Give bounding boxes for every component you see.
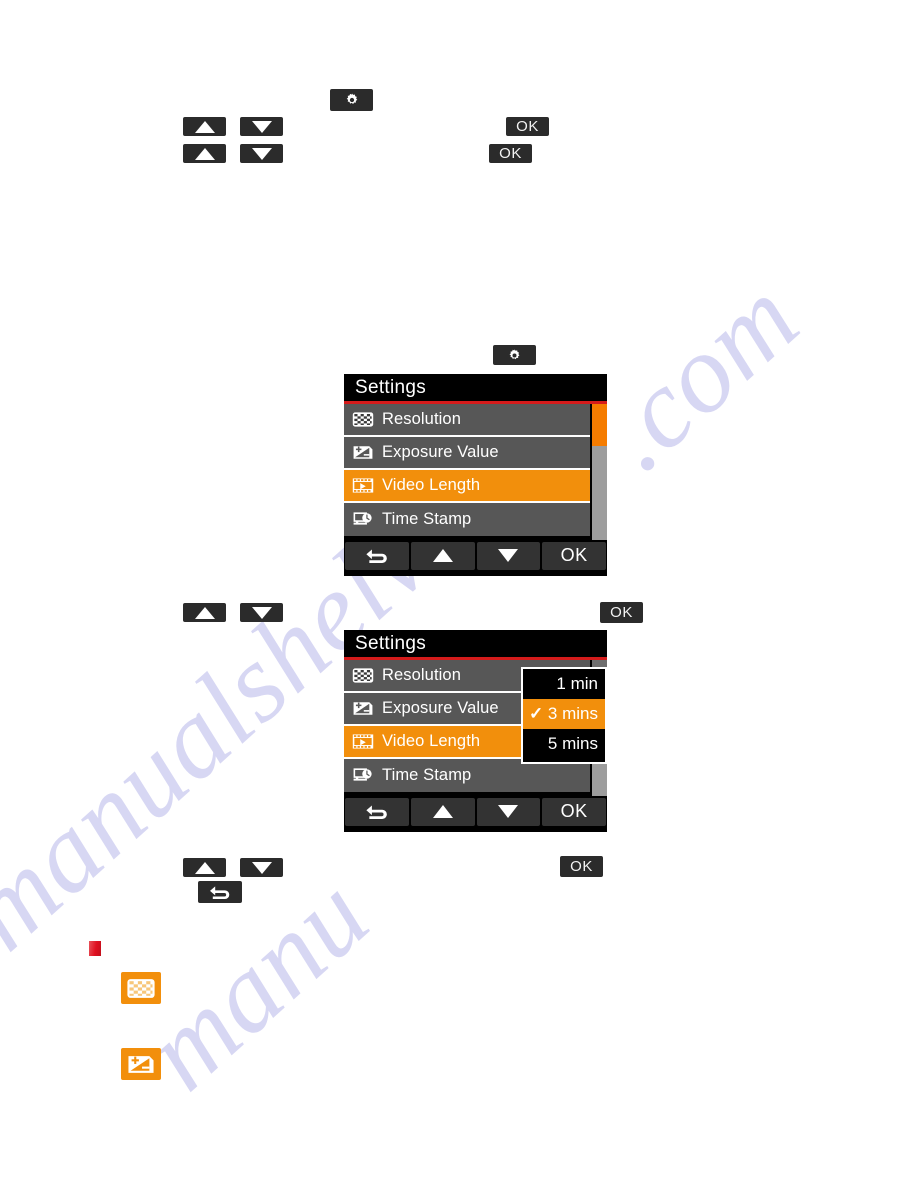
time-stamp-icon bbox=[353, 512, 372, 525]
up-button[interactable] bbox=[183, 144, 226, 163]
triangle-up-icon bbox=[432, 805, 453, 819]
settings-row-label: Video Length bbox=[382, 475, 481, 494]
settings-gear-button[interactable] bbox=[330, 89, 373, 111]
scrollbar-thumb[interactable] bbox=[592, 403, 607, 446]
screen-title: Settings bbox=[355, 633, 427, 654]
checkerboard-resolution-icon bbox=[127, 978, 155, 998]
gear-icon bbox=[346, 93, 357, 104]
up-button[interactable] bbox=[183, 858, 226, 877]
ok-button-label: OK bbox=[516, 118, 539, 135]
dropdown-option-label: 3 mins bbox=[547, 704, 598, 723]
settings-row-time-stamp[interactable]: Time Stamp bbox=[344, 502, 590, 536]
settings-list: Resolution Exposure Value Video Length T… bbox=[344, 403, 607, 540]
softkey-bar: OK bbox=[344, 795, 607, 828]
back-arrow-icon bbox=[366, 549, 387, 564]
ok-button-label: OK bbox=[610, 604, 633, 621]
film-strip-video-icon bbox=[352, 478, 374, 493]
triangle-up-icon bbox=[432, 549, 453, 563]
triangle-down-icon bbox=[251, 606, 272, 619]
triangle-up-icon bbox=[194, 606, 215, 619]
ok-button[interactable]: OK bbox=[506, 117, 549, 136]
ok-softkey-label: OK bbox=[560, 801, 588, 822]
up-button[interactable] bbox=[183, 117, 226, 136]
back-arrow-icon bbox=[366, 805, 387, 820]
back-softkey[interactable] bbox=[345, 541, 409, 570]
settings-row-label: Exposure Value bbox=[382, 698, 499, 717]
settings-row-video-length[interactable]: Video Length bbox=[344, 469, 590, 503]
checkerboard-resolution-icon bbox=[352, 412, 374, 427]
screen-title: Settings bbox=[355, 377, 427, 398]
exposure-value-legend-icon bbox=[121, 1048, 161, 1080]
dropdown-option-5mins[interactable]: 5 mins bbox=[523, 729, 605, 759]
settings-row-label: Time Stamp bbox=[382, 509, 472, 528]
settings-row-exposure-value[interactable]: Exposure Value bbox=[344, 436, 590, 470]
back-button[interactable] bbox=[198, 881, 242, 903]
dropdown-option-label: 1 min bbox=[556, 674, 598, 693]
settings-screen-one: Settings Resolution Exposure Value Video… bbox=[344, 374, 607, 576]
back-arrow-icon bbox=[210, 886, 230, 900]
triangle-up-icon bbox=[194, 861, 215, 874]
watermark-layer: .com manu manualshelve bbox=[0, 0, 918, 1188]
up-button[interactable] bbox=[183, 603, 226, 622]
settings-row-label: Time Stamp bbox=[382, 765, 472, 784]
down-button[interactable] bbox=[240, 117, 283, 136]
settings-row-label: Video Length bbox=[382, 731, 481, 750]
ok-button[interactable]: OK bbox=[600, 602, 643, 623]
dropdown-option-1min[interactable]: 1 min bbox=[523, 669, 605, 699]
dropdown-option-3mins[interactable]: ✓ 3 mins bbox=[523, 699, 605, 729]
ok-button[interactable]: OK bbox=[560, 856, 603, 877]
up-softkey[interactable] bbox=[410, 797, 475, 826]
time-stamp-icon bbox=[353, 768, 372, 781]
down-button[interactable] bbox=[240, 144, 283, 163]
triangle-down-icon bbox=[251, 147, 272, 160]
triangle-down-icon bbox=[251, 120, 272, 133]
exposure-value-icon bbox=[353, 446, 373, 459]
triangle-up-icon bbox=[194, 120, 215, 133]
checkerboard-resolution-icon bbox=[352, 668, 374, 683]
back-softkey[interactable] bbox=[345, 797, 409, 826]
settings-row-resolution[interactable]: Resolution bbox=[344, 403, 590, 437]
dropdown-option-label: 5 mins bbox=[547, 734, 598, 753]
ok-button-label: OK bbox=[570, 858, 593, 875]
ok-softkey-label: OK bbox=[560, 545, 588, 566]
ok-button[interactable]: OK bbox=[489, 144, 532, 163]
settings-row-label: Resolution bbox=[382, 665, 461, 684]
up-softkey[interactable] bbox=[410, 541, 475, 570]
exposure-value-icon bbox=[353, 702, 373, 715]
triangle-down-icon bbox=[251, 861, 272, 874]
gear-icon bbox=[509, 348, 520, 359]
checkmark-icon: ✓ bbox=[529, 704, 544, 723]
resolution-legend-icon bbox=[121, 972, 161, 1004]
triangle-down-icon bbox=[498, 549, 519, 563]
down-button[interactable] bbox=[240, 858, 283, 877]
ok-button-label: OK bbox=[499, 145, 522, 162]
settings-row-label: Exposure Value bbox=[382, 442, 499, 461]
ok-softkey[interactable]: OK bbox=[542, 797, 606, 826]
exposure-value-icon bbox=[128, 1055, 154, 1073]
settings-gear-button[interactable] bbox=[493, 345, 536, 365]
down-softkey[interactable] bbox=[476, 797, 541, 826]
scrollbar[interactable] bbox=[590, 403, 607, 540]
watermark-text: .com bbox=[576, 255, 822, 494]
settings-row-label: Resolution bbox=[382, 409, 461, 428]
film-strip-video-icon bbox=[352, 734, 374, 749]
video-length-dropdown[interactable]: 1 min ✓ 3 mins 5 mins bbox=[521, 667, 607, 764]
watermark-text: manu bbox=[121, 852, 393, 1114]
ok-softkey[interactable]: OK bbox=[542, 541, 606, 570]
triangle-up-icon bbox=[194, 147, 215, 160]
down-softkey[interactable] bbox=[476, 541, 541, 570]
down-button[interactable] bbox=[240, 603, 283, 622]
red-square-bullet-icon bbox=[89, 941, 101, 956]
triangle-down-icon bbox=[498, 805, 519, 819]
softkey-bar: OK bbox=[344, 539, 607, 572]
